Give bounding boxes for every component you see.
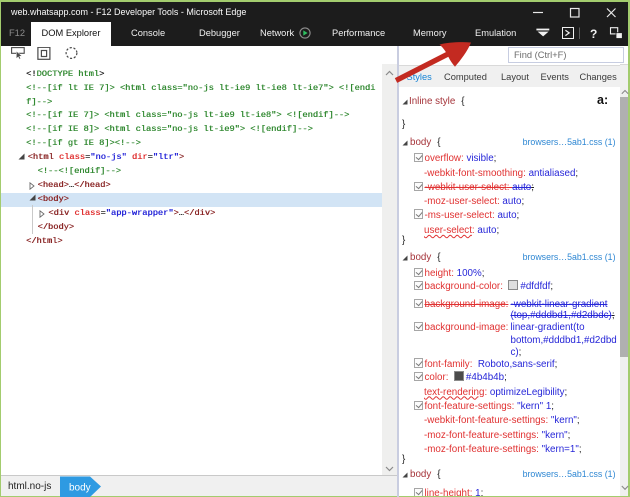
svg-text:body: body: [69, 483, 91, 494]
